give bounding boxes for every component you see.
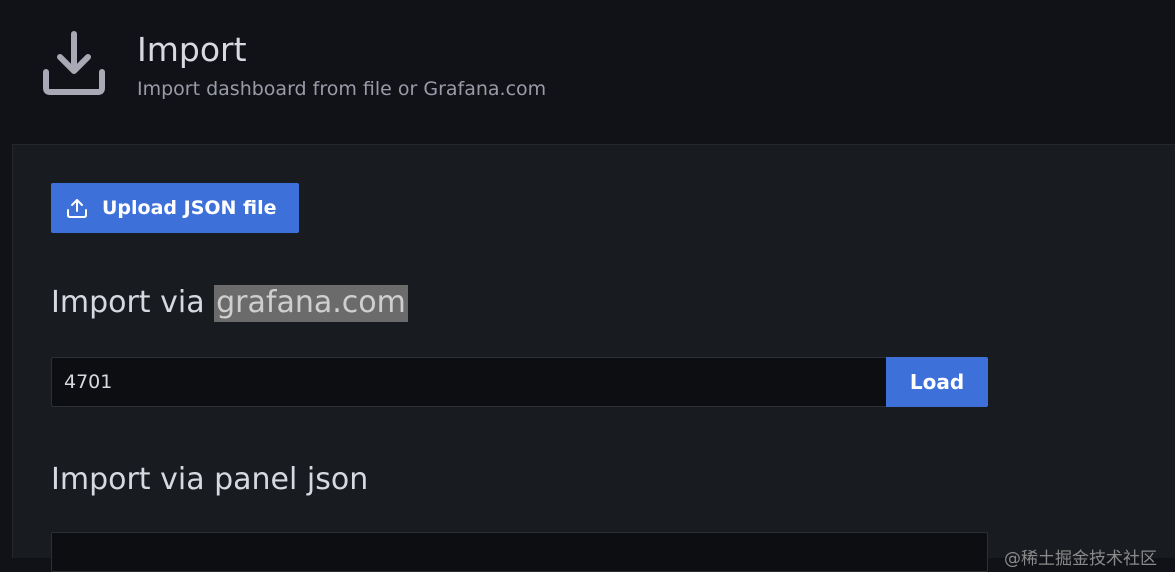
grafana-import-heading-prefix: Import via: [51, 285, 215, 320]
page-header: Import Import dashboard from file or Gra…: [0, 0, 1175, 145]
grafana-link-text[interactable]: grafana.com: [214, 285, 408, 322]
download-icon: [40, 28, 108, 96]
page-subtitle: Import dashboard from file or Grafana.co…: [137, 78, 547, 100]
load-button[interactable]: Load: [886, 357, 988, 407]
upload-json-label: Upload JSON file: [102, 197, 277, 219]
panel-json-heading: Import via panel json: [51, 462, 369, 497]
upload-json-button[interactable]: Upload JSON file: [51, 183, 299, 233]
upload-icon: [65, 196, 89, 220]
page-title: Import: [137, 30, 247, 69]
grafana-import-heading: Import via grafana.com: [51, 285, 408, 322]
panel-json-textarea[interactable]: [51, 532, 988, 572]
grafana-id-input[interactable]: [51, 357, 887, 407]
